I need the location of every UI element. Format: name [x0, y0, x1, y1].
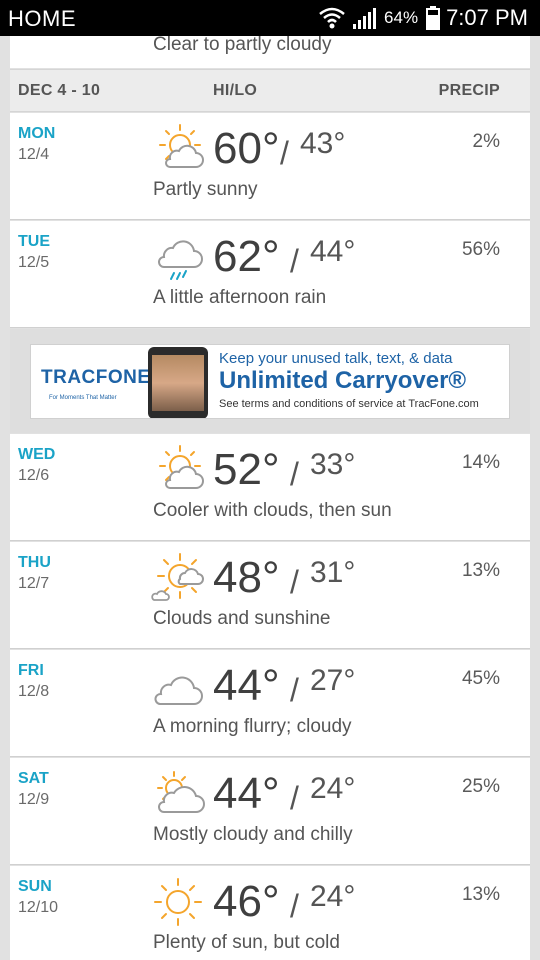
high-temp: 62°: [213, 232, 280, 281]
day-row-mon[interactable]: MON 12/4 60° / 43° 2% Partly sunny: [10, 113, 530, 220]
day-phrase: A little afternoon rain: [153, 287, 327, 308]
temp-separator: /: [290, 672, 299, 708]
day-row-wed[interactable]: WED 12/6 52° / 33° 14% Cooler with cloud…: [10, 434, 530, 541]
day-date: 12/9: [18, 791, 50, 808]
rain-cloud-icon: [158, 240, 203, 280]
day-date: 12/8: [18, 683, 50, 700]
day-name: MON: [18, 125, 56, 142]
day-name: SAT: [18, 770, 49, 787]
precip-value: 13%: [461, 884, 500, 905]
temp-separator: /: [290, 456, 299, 492]
day-date: 12/5: [18, 254, 50, 271]
precip-value: 56%: [461, 239, 500, 260]
precip-value: 14%: [461, 452, 500, 473]
ad-banner-area: TRACFONE For Moments That Matter Keep yo…: [10, 329, 530, 433]
ad-terms: See terms and conditions of service at T…: [219, 398, 479, 410]
precip-value: 2%: [472, 131, 500, 152]
day-row-thu[interactable]: THU 12/7 48° / 31° 13% Clouds and sunshi…: [10, 542, 530, 649]
hilo-column-label: HI/LO: [213, 82, 258, 99]
tracfone-ad[interactable]: TRACFONE For Moments That Matter Keep yo…: [30, 344, 510, 419]
day-row-tue[interactable]: TUE 12/5 62° / 44° 56% A little afternoo…: [10, 221, 530, 328]
day-phrase: Cooler with clouds, then sun: [153, 500, 392, 521]
temp-separator: /: [290, 564, 299, 600]
previous-day-row[interactable]: Clear to partly cloudy: [10, 34, 530, 68]
ad-tagline: For Moments That Matter: [49, 395, 117, 401]
status-time: 7:07 PM: [446, 5, 528, 30]
day-date: 12/10: [18, 899, 59, 916]
signal-icon: [353, 8, 377, 29]
partly-sunny-icon: [159, 124, 204, 168]
low-temp: 24°: [310, 880, 356, 913]
status-icons: 64% 7:07 PM: [318, 5, 528, 31]
previous-day-phrase: Clear to partly cloudy: [153, 34, 332, 55]
status-bar: HOME 64% 7:07 PM: [0, 0, 540, 36]
temp-separator: /: [290, 780, 299, 816]
ad-headline: Keep your unused talk, text, & data: [219, 350, 453, 367]
low-temp: 44°: [310, 235, 356, 268]
sun-clouds-icon: [151, 553, 204, 601]
mostly-cloudy-icon: [157, 771, 205, 813]
day-date: 12/6: [18, 467, 50, 484]
day-name: WED: [18, 446, 56, 463]
day-name: TUE: [18, 233, 50, 250]
day-phrase: Mostly cloudy and chilly: [153, 824, 353, 845]
ad-title: Unlimited Carryover®: [219, 367, 467, 394]
ad-brand-logo: TRACFONE: [41, 367, 151, 388]
day-date: 12/4: [18, 146, 50, 163]
low-temp: 24°: [310, 772, 356, 805]
wifi-icon: [319, 7, 345, 29]
low-temp: 33°: [310, 448, 356, 481]
day-row-sun[interactable]: SUN 12/10 46° / 24° 13% Plenty of sun, b…: [10, 866, 530, 960]
day-name: SUN: [18, 878, 52, 895]
day-phrase: Clouds and sunshine: [153, 608, 331, 629]
temp-separator: /: [290, 243, 299, 279]
day-date: 12/7: [18, 575, 50, 592]
day-phrase: Partly sunny: [153, 179, 258, 200]
temp-separator: /: [290, 888, 299, 924]
day-name: THU: [18, 554, 51, 571]
week-range-label: DEC 4 - 10: [18, 82, 101, 99]
low-temp: 31°: [310, 556, 356, 589]
precip-value: 13%: [461, 560, 500, 581]
day-row-fri[interactable]: FRI 12/8 44° / 27° 45% A morning flurry;…: [10, 650, 530, 757]
battery-icon: [426, 6, 441, 30]
day-phrase: A morning flurry; cloudy: [153, 716, 352, 737]
precip-value: 45%: [461, 668, 500, 689]
cloud-icon: [154, 676, 203, 705]
forecast-week-header: DEC 4 - 10 HI/LO PRECIP: [10, 69, 530, 112]
low-temp: 27°: [310, 664, 356, 697]
precip-value: 25%: [461, 776, 500, 797]
low-temp: 43°: [300, 127, 346, 160]
day-phrase: Plenty of sun, but cold: [153, 932, 340, 953]
sun-icon: [154, 878, 202, 926]
high-temp: 46°: [213, 877, 280, 926]
battery-percent: 64%: [384, 8, 419, 27]
day-name: FRI: [18, 662, 44, 679]
status-home-label: HOME: [8, 6, 76, 31]
high-temp: 52°: [213, 445, 280, 494]
precip-column-label: PRECIP: [438, 82, 500, 99]
partly-sunny-icon: [159, 445, 204, 489]
high-temp: 60°: [213, 124, 280, 173]
high-temp: 48°: [213, 553, 280, 602]
ad-phone-image: [148, 347, 208, 418]
high-temp: 44°: [213, 661, 280, 710]
high-temp: 44°: [213, 769, 280, 818]
day-row-sat[interactable]: SAT 12/9 44° / 24° 25% Mostly cloudy and…: [10, 758, 530, 865]
temp-separator: /: [280, 135, 289, 171]
